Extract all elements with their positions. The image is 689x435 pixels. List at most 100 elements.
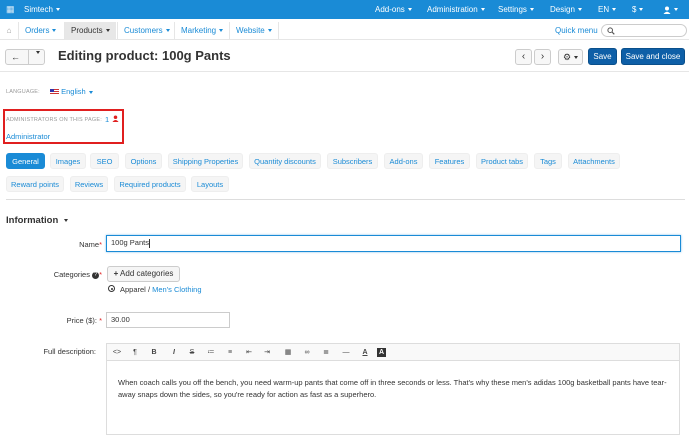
tab-general[interactable]: General — [6, 153, 45, 169]
category-parent: Apparel — [120, 285, 146, 294]
language-value: English — [61, 87, 86, 96]
tools-button[interactable]: ⚙ — [558, 49, 583, 65]
us-flag-icon — [50, 89, 59, 96]
divider — [28, 50, 29, 64]
outdent-icon[interactable]: ⇤ — [242, 344, 256, 361]
page-title: Editing product: 100g Pants — [58, 48, 231, 63]
menu-label: EN — [598, 5, 610, 14]
language-selector[interactable]: English — [50, 87, 93, 96]
chevron-down-icon — [64, 218, 69, 222]
tab-layouts[interactable]: Layouts — [191, 176, 229, 192]
chevron-down-icon — [55, 8, 60, 12]
menu-user[interactable] — [663, 0, 678, 19]
menu-administration[interactable]: Administration — [427, 0, 485, 19]
menu-settings[interactable]: Settings — [498, 0, 534, 19]
store-switcher[interactable]: Simtech — [24, 0, 60, 19]
tab-seo[interactable]: SEO — [90, 153, 119, 169]
nav-website[interactable]: Website — [229, 22, 279, 40]
tab-shipping-properties[interactable]: Shipping Properties — [168, 153, 243, 169]
bold-icon[interactable]: B — [147, 344, 161, 361]
tab-subscribers[interactable]: Subscribers — [327, 153, 378, 169]
tab-images[interactable]: Images — [50, 153, 86, 169]
prev-product-button[interactable]: ‹ — [515, 49, 532, 65]
required-marker: * — [99, 270, 102, 279]
horizontal-rule-icon[interactable]: — — [339, 344, 353, 361]
menu-addons[interactable]: Add-ons — [375, 0, 412, 19]
indent-icon[interactable]: ⇥ — [260, 344, 274, 361]
paragraph-icon[interactable]: ¶ — [128, 344, 142, 361]
tab-options[interactable]: Options — [125, 153, 162, 169]
next-product-button[interactable]: › — [534, 49, 551, 65]
nav-label: Website — [236, 26, 265, 35]
back-button[interactable]: ← — [5, 49, 45, 65]
menu-language[interactable]: EN — [598, 0, 617, 19]
category-link[interactable]: Men's Clothing — [152, 285, 201, 294]
section-title: Information — [6, 215, 59, 226]
chevron-down-icon — [612, 8, 617, 12]
search-input[interactable] — [601, 24, 687, 37]
user-icon — [112, 115, 119, 122]
price-input[interactable]: 30.00 — [106, 312, 230, 328]
chevron-down-icon — [105, 29, 110, 33]
italic-icon[interactable]: I — [167, 344, 181, 361]
nav-label: Customers — [124, 26, 163, 35]
menu-label: Design — [550, 5, 575, 14]
nav-products[interactable]: Products — [64, 22, 116, 40]
align-icon[interactable]: ≣ — [319, 344, 333, 361]
nav-label: Marketing — [181, 26, 217, 35]
chevron-down-icon — [36, 51, 40, 54]
tab-attachments[interactable]: Attachments — [568, 153, 620, 169]
chevron-left-icon: ‹ — [521, 51, 526, 62]
code-view-icon[interactable]: <> — [110, 344, 124, 361]
tab-reviews[interactable]: Reviews — [70, 176, 108, 192]
name-input-value: 100g Pants — [111, 238, 149, 247]
gear-icon: ⚙ — [562, 52, 572, 62]
tab-reward-points[interactable]: Reward points — [6, 176, 64, 192]
ordered-list-icon[interactable]: ≡ — [223, 344, 237, 361]
chevron-down-icon — [219, 29, 224, 33]
categories-label: Categories ? * — [40, 270, 102, 279]
administrators-count: 1 — [105, 115, 110, 124]
tab-quantity-discounts[interactable]: Quantity discounts — [249, 153, 321, 169]
tab-required-products[interactable]: Required products — [114, 176, 186, 192]
administrators-label-text: ADMINISTRATORS ON THIS PAGE: — [6, 117, 102, 123]
tab-features[interactable]: Features — [429, 153, 470, 169]
nav-customers[interactable]: Customers — [117, 22, 176, 40]
background-color-icon[interactable]: A — [377, 348, 386, 357]
description-editor[interactable]: <> ¶ B I S ≔ ≡ ⇤ ⇥ ▦ ∞ ≣ — A A When coac… — [106, 343, 680, 435]
chevron-down-icon — [674, 8, 678, 12]
menu-design[interactable]: Design — [550, 0, 582, 19]
nav-label: Products — [71, 26, 103, 35]
section-information-toggle[interactable]: Information — [6, 215, 69, 226]
tab-tags[interactable]: Tags — [534, 153, 562, 169]
menu-currency[interactable]: $ — [632, 0, 644, 19]
menu-label: Administration — [427, 5, 478, 14]
search-icon — [607, 27, 615, 35]
table-icon[interactable]: ▦ — [281, 344, 295, 361]
font-color-icon[interactable]: A — [358, 344, 372, 361]
save-button[interactable]: Save — [588, 48, 617, 65]
menu-label: $ — [632, 5, 637, 14]
nav-orders[interactable]: Orders — [18, 22, 62, 40]
administrator-link[interactable]: Administrator — [6, 132, 50, 141]
chevron-down-icon — [529, 8, 534, 12]
unordered-list-icon[interactable]: ≔ — [204, 344, 218, 361]
nav-marketing[interactable]: Marketing — [174, 22, 229, 40]
category-path: Apparel / Men's Clothing — [120, 285, 202, 294]
chevron-down-icon — [639, 8, 644, 12]
category-radio[interactable] — [108, 285, 115, 292]
link-icon[interactable]: ∞ — [300, 344, 314, 361]
chevron-down-icon — [480, 8, 485, 12]
tab-product-tabs[interactable]: Product tabs — [476, 153, 528, 169]
grid-icon[interactable]: ▦ — [6, 0, 15, 19]
save-and-close-button[interactable]: Save and close — [621, 48, 685, 65]
add-categories-button[interactable]: + Add categories — [107, 266, 180, 282]
chevron-down-icon — [267, 29, 272, 33]
home-icon[interactable]: ⌂ — [0, 22, 18, 40]
description-text: When coach calls you off the bench, you … — [118, 378, 667, 399]
name-input[interactable]: 100g Pants — [106, 235, 681, 252]
tab-addons[interactable]: Add-ons — [384, 153, 423, 169]
quick-menu-link[interactable]: Quick menu — [549, 22, 604, 40]
strikethrough-icon[interactable]: S — [185, 344, 199, 361]
plus-icon: + — [113, 269, 119, 278]
